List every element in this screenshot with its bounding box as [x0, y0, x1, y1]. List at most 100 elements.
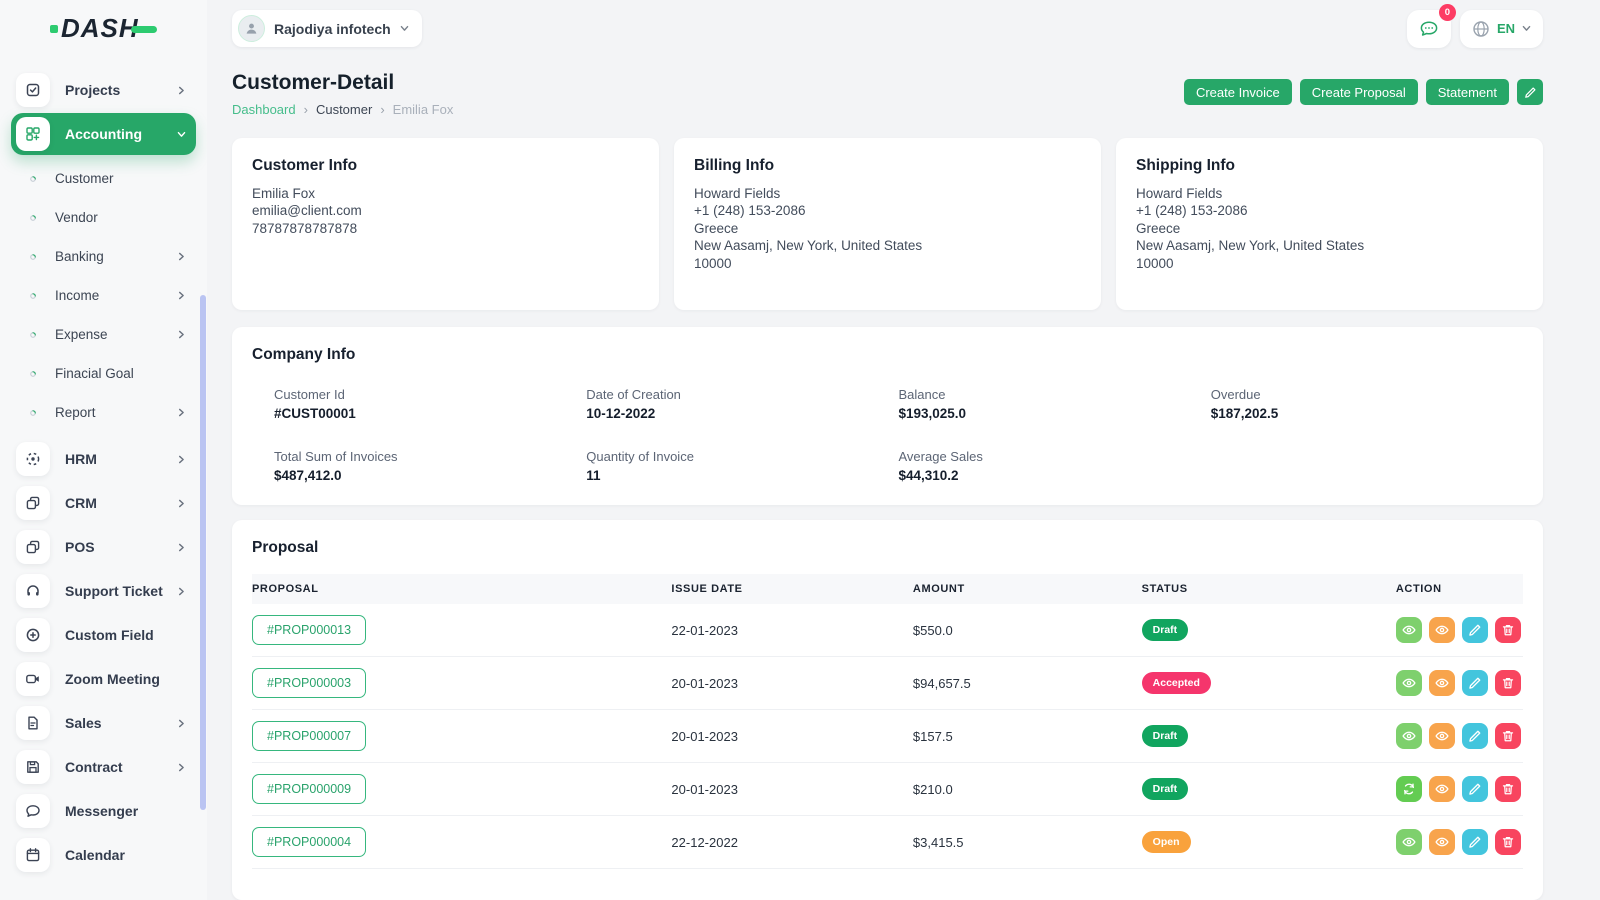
status-badge: Draft [1142, 778, 1189, 800]
chevron-right-icon [177, 543, 186, 552]
delete-button[interactable] [1495, 617, 1521, 643]
sidebar-subitem-finacial-goal[interactable]: Finacial Goal [0, 354, 207, 393]
sidebar-item-support-ticket[interactable]: Support Ticket [11, 570, 196, 612]
sidebar-item-contract[interactable]: Contract [11, 746, 196, 788]
view-button[interactable] [1396, 723, 1422, 749]
proposal-link[interactable]: #PROP000009 [252, 774, 366, 804]
issue-date: 20-01-2023 [671, 782, 912, 797]
create-invoice-button[interactable]: Create Invoice [1184, 79, 1292, 105]
delete-button[interactable] [1495, 670, 1521, 696]
status-badge: Draft [1142, 725, 1189, 747]
customer-email: emilia@client.com [252, 202, 639, 219]
subitem-label: Banking [55, 249, 104, 264]
edit-button[interactable] [1462, 617, 1488, 643]
sidebar-item-label: Accounting [65, 126, 142, 142]
preview-button[interactable] [1429, 723, 1455, 749]
row-actions [1396, 723, 1523, 749]
shipping-address: New Aasamj, New York, United States [1136, 237, 1523, 254]
status-badge: Open [1142, 831, 1191, 853]
document-icon [16, 706, 50, 740]
statement-button[interactable]: Statement [1426, 79, 1509, 105]
delete-button[interactable] [1495, 776, 1521, 802]
col-action: ACTION [1396, 583, 1523, 595]
card-title: Customer Info [252, 157, 639, 175]
sidebar-subitem-expense[interactable]: Expense [0, 315, 207, 354]
chevron-right-icon [177, 587, 186, 596]
logo-accent-dot [50, 25, 58, 33]
delete-button[interactable] [1495, 829, 1521, 855]
crm-squares-icon [16, 486, 50, 520]
sidebar-item-crm[interactable]: CRM [11, 482, 196, 524]
topbar-right: 0 EN [1407, 10, 1543, 48]
language-selector[interactable]: EN [1460, 10, 1543, 48]
proposal-link[interactable]: #PROP000013 [252, 615, 366, 645]
sidebar-subitem-income[interactable]: Income [0, 276, 207, 315]
sidebar-scrollbar[interactable] [200, 295, 206, 810]
breadcrumb-current: Emilia Fox [393, 102, 454, 117]
breadcrumb-dashboard[interactable]: Dashboard [232, 102, 296, 117]
sidebar-item-sales[interactable]: Sales [11, 702, 196, 744]
sidebar-item-accounting[interactable]: Accounting [11, 113, 196, 155]
issue-date: 22-12-2022 [671, 835, 912, 850]
messages-button[interactable]: 0 [1407, 10, 1451, 48]
preview-button[interactable] [1429, 670, 1455, 696]
issue-date: 22-01-2023 [671, 623, 912, 638]
col-status: STATUS [1142, 583, 1396, 595]
preview-button[interactable] [1429, 617, 1455, 643]
sidebar-subitem-customer[interactable]: Customer [0, 159, 207, 198]
company-selector[interactable]: Rajodiya infotech [232, 10, 422, 47]
shipping-phone: +1 (248) 153-2086 [1136, 202, 1523, 219]
sidebar-item-projects[interactable]: Projects [11, 69, 196, 111]
sidebar-item-custom-field[interactable]: Custom Field [11, 614, 196, 656]
col-proposal: PROPOSAL [252, 583, 671, 595]
view-button[interactable] [1396, 829, 1422, 855]
language-label: EN [1497, 21, 1515, 36]
sidebar-item-label: Calendar [65, 847, 125, 863]
company-info-grid: Customer Id #CUST00001 Date of Creation … [274, 387, 1523, 483]
field-total-invoices: Total Sum of Invoices $487,412.0 [274, 449, 586, 483]
edit-customer-button[interactable] [1517, 79, 1543, 105]
col-issue-date: ISSUE DATE [671, 583, 912, 595]
view-button[interactable] [1396, 617, 1422, 643]
company-info-card: Company Info Customer Id #CUST00001 Date… [232, 327, 1543, 505]
trash-icon [1501, 623, 1515, 637]
field-quantity-invoice: Quantity of Invoice 11 [586, 449, 898, 483]
proposal-link[interactable]: #PROP000007 [252, 721, 366, 751]
pencil-icon [1468, 782, 1482, 796]
sidebar-item-messenger[interactable]: Messenger [11, 790, 196, 832]
sidebar-subitem-report[interactable]: Report [0, 393, 207, 432]
sidebar-item-pos[interactable]: POS [11, 526, 196, 568]
sidebar-item-label: Custom Field [65, 627, 154, 643]
view-button[interactable] [1396, 670, 1422, 696]
sidebar-item-zoom-meeting[interactable]: Zoom Meeting [11, 658, 196, 700]
app-logo[interactable]: DASH [0, 0, 207, 57]
proposal-title: Proposal [252, 539, 1523, 557]
avatar [238, 15, 265, 42]
proposal-link[interactable]: #PROP000004 [252, 827, 366, 857]
table-row: #PROP000009 20-01-2023 $210.0 Draft [252, 763, 1523, 816]
preview-button[interactable] [1429, 776, 1455, 802]
sidebar-subitem-vendor[interactable]: Vendor [0, 198, 207, 237]
proposal-link[interactable]: #PROP000003 [252, 668, 366, 698]
chevron-down-icon [1522, 24, 1531, 33]
edit-button[interactable] [1462, 670, 1488, 696]
pencil-icon [1524, 86, 1537, 99]
edit-button[interactable] [1462, 723, 1488, 749]
table-row: #PROP000003 20-01-2023 $94,657.5 Accepte… [252, 657, 1523, 710]
preview-button[interactable] [1429, 829, 1455, 855]
hrm-icon [16, 442, 50, 476]
edit-button[interactable] [1462, 776, 1488, 802]
create-proposal-button[interactable]: Create Proposal [1300, 79, 1418, 105]
sidebar-item-hrm[interactable]: HRM [11, 438, 196, 480]
sidebar-subitem-banking[interactable]: Banking [0, 237, 207, 276]
shipping-zip: 10000 [1136, 255, 1523, 272]
breadcrumb-customer[interactable]: Customer [316, 102, 372, 117]
sidebar-item-calendar[interactable]: Calendar [11, 834, 196, 876]
bullet-icon [28, 213, 38, 223]
edit-button[interactable] [1462, 829, 1488, 855]
table-row: #PROP000007 20-01-2023 $157.5 Draft [252, 710, 1523, 763]
billing-name: Howard Fields [694, 185, 1081, 202]
delete-button[interactable] [1495, 723, 1521, 749]
convert-button[interactable] [1396, 776, 1422, 802]
amount: $210.0 [913, 782, 1142, 797]
